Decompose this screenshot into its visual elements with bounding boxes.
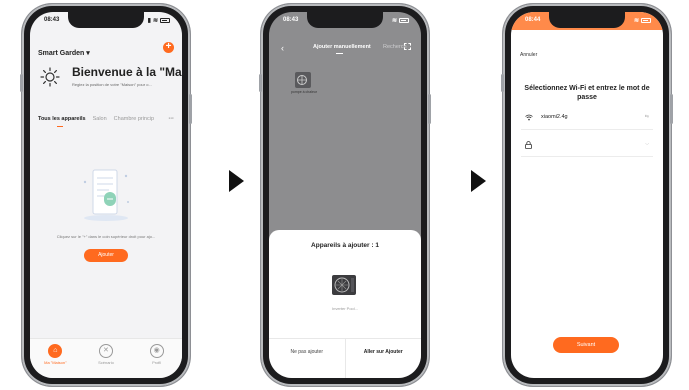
wifi-network-field[interactable]: xiaomi2.4g ⇆ (521, 108, 653, 130)
home-selector[interactable]: Smart Garden ▾ (38, 50, 90, 57)
battery-icon (160, 18, 170, 23)
next-step-arrow (471, 170, 486, 192)
room-tabs: Tous les appareils Salon Chambre princip… (38, 113, 175, 127)
wifi-network-name: xiaomi2.4g (541, 114, 568, 120)
status-icons: ▮ ≋ (148, 17, 170, 24)
sheet-actions: Ne pas ajouter Aller sur Ajouter (269, 338, 421, 378)
switch-network-icon[interactable]: ⇆ (645, 114, 649, 120)
status-time: 08:44 (525, 17, 541, 23)
screen-add-device: 08:43 ≋ ‹ Ajouter manuellement Recherch … (269, 12, 421, 378)
notch (68, 12, 144, 28)
battery-icon (641, 18, 651, 23)
next-button[interactable]: Suivant (553, 337, 619, 353)
more-icon[interactable]: ··· (169, 116, 175, 122)
cancel-button[interactable]: Annuler (520, 52, 537, 58)
password-field[interactable]: ⌵ (521, 135, 653, 157)
phone-mockup-add-device: 08:43 ≋ ‹ Ajouter manuellement Recherch … (259, 4, 431, 386)
show-password-icon[interactable]: ⌵ (645, 141, 649, 147)
welcome-subtitle[interactable]: Reglez la position de votre "Maison" pou… (72, 82, 152, 87)
welcome-title: Bienvenue à la "Ma... (72, 65, 182, 79)
phone-mockup-home: 08:43 ▮ ≋ Smart Garden ▾ + Bienvenue à l… (20, 4, 192, 386)
empty-state-hint: Cliquez sur le "+" dans le coin supérieu… (56, 234, 156, 239)
next-step-arrow (229, 170, 244, 192)
volume-button (20, 74, 23, 92)
nav-home-label: Ma "Maison" (44, 360, 67, 365)
wifi-icon (525, 114, 533, 123)
sun-icon (40, 67, 60, 87)
phone-mockup-wifi: 08:44 ≋ Annuler Sélectionnez Wi-Fi et en… (501, 4, 673, 386)
skip-button[interactable]: Ne pas ajouter (269, 339, 345, 378)
sheet-device-name: Inverter Pool... (331, 306, 358, 311)
tab-search[interactable]: Recherch (383, 44, 407, 50)
wifi-icon: ≋ (391, 18, 397, 24)
add-device-button[interactable]: + (163, 42, 174, 53)
power-button (670, 94, 673, 124)
screen-wifi: 08:44 ≋ Annuler Sélectionnez Wi-Fi et en… (511, 12, 663, 378)
notch (307, 12, 383, 28)
notch (549, 12, 625, 28)
tab-all-devices[interactable]: Tous les appareils (38, 116, 86, 127)
signal-icon: ▮ (147, 18, 151, 24)
wifi-title: Sélectionnez Wi-Fi et entrez le mot de p… (524, 85, 650, 101)
screen-home: 08:43 ▮ ≋ Smart Garden ▾ + Bienvenue à l… (30, 12, 182, 378)
scan-icon[interactable] (404, 43, 411, 50)
tab-chambre[interactable]: Chambre princip (114, 116, 154, 122)
nav-scenario-label: Scénario (98, 360, 114, 365)
heat-pump-icon[interactable] (295, 72, 311, 88)
volume-button (259, 74, 262, 92)
status-time: 08:43 (44, 17, 60, 23)
sheet-title: Appareils à ajouter : 1 (311, 242, 379, 249)
nav-profile[interactable]: ◉ Profil (139, 344, 175, 378)
profile-icon: ◉ (149, 344, 164, 358)
empty-state-illustration (83, 169, 129, 221)
add-button[interactable]: Ajouter (84, 249, 128, 262)
power-button (428, 94, 431, 124)
heat-pump-icon[interactable] (331, 272, 357, 298)
add-device-topbar: ‹ Ajouter manuellement Recherch (269, 43, 421, 56)
nav-profile-label: Profil (152, 360, 162, 365)
status-icons: ≋ (392, 17, 409, 24)
volume-button (501, 74, 504, 92)
back-icon[interactable]: ‹ (281, 43, 284, 53)
wifi-icon: ≋ (152, 18, 158, 24)
status-icons: ≋ (634, 17, 651, 24)
lock-icon (525, 141, 532, 151)
tab-salon[interactable]: Salon (93, 116, 107, 122)
go-add-button[interactable]: Aller sur Ajouter (344, 339, 422, 378)
devices-to-add-sheet: Appareils à ajouter : 1 Inverter Pool...… (269, 230, 421, 378)
bottom-nav: ⌂ Ma "Maison" ✕ Scénario ◉ Profil (30, 338, 182, 378)
nav-home[interactable]: ⌂ Ma "Maison" (37, 344, 73, 378)
device-label: pompe à chaleur (290, 90, 318, 94)
status-time: 08:43 (283, 17, 299, 23)
home-icon: ⌂ (48, 344, 63, 358)
tab-add-manually[interactable]: Ajouter manuellement (313, 44, 371, 54)
home-header: Smart Garden ▾ + (38, 42, 174, 57)
wifi-icon: ≋ (633, 18, 639, 24)
power-button (189, 94, 192, 124)
nav-scenario[interactable]: ✕ Scénario (88, 344, 124, 378)
scene-icon: ✕ (98, 344, 113, 358)
battery-icon (399, 18, 409, 23)
